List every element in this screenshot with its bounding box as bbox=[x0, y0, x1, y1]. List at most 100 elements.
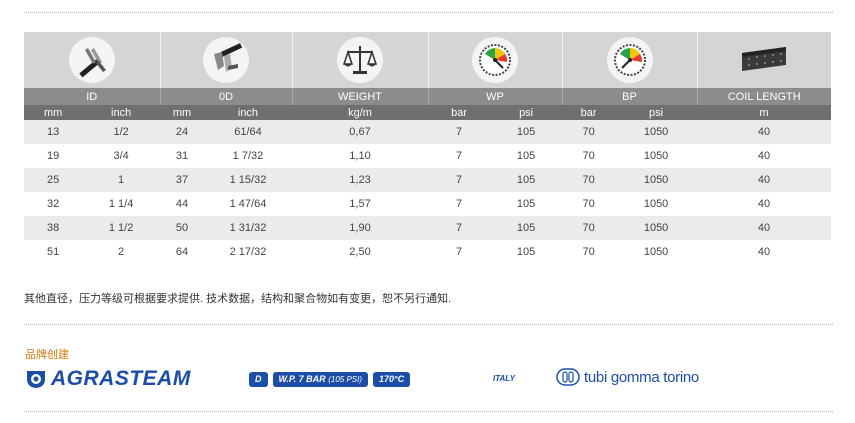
bp-icon-cell bbox=[562, 32, 698, 88]
spec-badges: D W.P. 7 BAR (105 PSI) 170°C bbox=[249, 372, 415, 387]
table-cell: 1050 bbox=[643, 246, 669, 258]
unit-cell: kg/m bbox=[292, 105, 428, 120]
table-cell: 7 bbox=[428, 120, 491, 144]
table-cell: 7 bbox=[428, 216, 491, 240]
scale-icon bbox=[337, 37, 383, 83]
table-cell: 7 bbox=[456, 246, 463, 258]
hose-coil-icon bbox=[738, 43, 790, 77]
table-cell: 44 bbox=[175, 198, 189, 210]
caliper-icon bbox=[68, 37, 115, 83]
col-header-wp: WP bbox=[428, 88, 563, 105]
table-cell: 40 bbox=[757, 246, 771, 258]
tubi-wordmark: tubi gomma torino bbox=[584, 368, 699, 386]
bottom-divider bbox=[24, 411, 833, 412]
table-cell: 40 bbox=[697, 120, 831, 144]
table-cell: 38 bbox=[24, 216, 83, 240]
table-cell: 105 bbox=[490, 216, 562, 240]
brand-section-title: 品牌创建 bbox=[25, 349, 69, 361]
table-cell: 40 bbox=[697, 168, 831, 192]
table-cell: 1 7/32 bbox=[232, 150, 264, 162]
icon-row bbox=[24, 32, 831, 88]
table-cell: 37 bbox=[160, 168, 204, 192]
table-cell: 0,67 bbox=[292, 120, 428, 144]
table-cell: 2,50 bbox=[349, 246, 371, 258]
table-row: 25 1 37 1 15/32 1,23 7 105 70 1050 40 bbox=[24, 168, 831, 192]
table-row: 51 2 64 2 17/32 2,50 7 105 70 1050 40 bbox=[24, 240, 831, 264]
table-cell: 40 bbox=[697, 216, 831, 240]
caliper-icon bbox=[203, 37, 249, 83]
table-cell: 70 bbox=[562, 216, 616, 240]
table-cell: 105 bbox=[490, 120, 562, 144]
od-icon-cell bbox=[160, 32, 293, 88]
wp-icon-cell bbox=[428, 32, 563, 88]
table-cell: 1 31/32 bbox=[203, 216, 292, 240]
col-header-bp: BP bbox=[562, 88, 698, 105]
pressure-gauge-icon bbox=[606, 37, 653, 83]
table-row: 13 1/2 24 61/64 0,67 7 105 70 1050 40 bbox=[24, 120, 831, 144]
table-cell: 31 bbox=[175, 150, 189, 162]
table-cell: 105 bbox=[516, 150, 536, 162]
middle-divider bbox=[24, 324, 833, 325]
table-cell: 7 bbox=[456, 150, 463, 162]
badge-wp-psi: (105 PSI) bbox=[328, 375, 362, 384]
weight-icon-cell bbox=[292, 32, 429, 88]
table-cell: 70 bbox=[582, 150, 595, 162]
table-cell: 1,10 bbox=[349, 150, 371, 162]
table-cell: 7 bbox=[456, 198, 463, 210]
badge-wp-main: W.P. 7 BAR bbox=[278, 374, 326, 384]
table-cell: 1,23 bbox=[292, 168, 428, 192]
table-cell: 1 1/4 bbox=[108, 198, 134, 210]
table-cell: 1050 bbox=[615, 216, 697, 240]
unit-cell: psi bbox=[490, 105, 562, 120]
top-divider bbox=[24, 12, 833, 13]
table-cell: 25 bbox=[24, 168, 83, 192]
table-body: 13 1/2 24 61/64 0,67 7 105 70 1050 40 19 3/4 31 1 7/3… bbox=[24, 120, 831, 264]
unit-row: mm inch mm inch kg/m bar psi bar psi m bbox=[24, 105, 831, 120]
unit-cell: bar bbox=[428, 105, 491, 120]
col-header-coil-length: COIL LENGTH bbox=[697, 88, 831, 105]
table-cell: 1050 bbox=[615, 120, 697, 144]
col-header-od: 0D bbox=[160, 88, 293, 105]
badge-temp: 170°C bbox=[373, 372, 411, 387]
tubi-emblem-icon bbox=[556, 368, 580, 386]
unit-cell: mm bbox=[24, 105, 83, 120]
table-cell: 1050 bbox=[643, 198, 669, 210]
table-cell: 2 17/32 bbox=[229, 246, 267, 258]
table-cell: 32 bbox=[46, 198, 60, 210]
col-header-weight: WEIGHT bbox=[292, 88, 429, 105]
table-cell: 61/64 bbox=[203, 120, 292, 144]
table-cell: 64 bbox=[175, 246, 189, 258]
agrasteam-logo: AGRASTEAM bbox=[25, 367, 191, 391]
tubi-gomma-torino-logo: tubi gomma torino bbox=[556, 368, 699, 386]
coil-icon-cell bbox=[697, 32, 831, 88]
table-cell: 40 bbox=[757, 150, 771, 162]
badge-d: D bbox=[249, 372, 268, 387]
table-cell: 105 bbox=[516, 246, 536, 258]
table-cell: 13 bbox=[24, 120, 83, 144]
agrasteam-emblem-icon bbox=[27, 371, 45, 388]
table-cell: 1,90 bbox=[292, 216, 428, 240]
unit-cell: inch bbox=[203, 105, 292, 120]
unit-cell: m bbox=[697, 105, 831, 120]
table-cell: 70 bbox=[582, 246, 595, 258]
table-cell: 1/2 bbox=[82, 120, 160, 144]
table-cell: 1050 bbox=[643, 150, 669, 162]
table-cell: 1 1/2 bbox=[82, 216, 160, 240]
table-row: 38 1 1/2 50 1 31/32 1,90 7 105 70 1050 40 bbox=[24, 216, 831, 240]
table-cell: 51 bbox=[46, 246, 60, 258]
spec-table: ID 0D WEIGHT WP BP COIL LENGTH mm inch m… bbox=[24, 32, 831, 264]
table-cell: 105 bbox=[516, 198, 536, 210]
unit-cell: mm bbox=[160, 105, 204, 120]
table-row: 19 3/4 31 1 7/32 1,10 7 105 70 1050 40 bbox=[24, 144, 831, 168]
badge-wp: W.P. 7 BAR (105 PSI) bbox=[272, 372, 368, 387]
table-row: 32 1 1/4 44 1 47/64 1,57 7 105 70 1050 40 bbox=[24, 192, 831, 216]
footnote: 其他直径，压力等级可根据要求提供. 技术数据，结构和聚合物如有变更，恕不另行通知… bbox=[24, 293, 452, 305]
table-cell: 1050 bbox=[615, 168, 697, 192]
table-cell: 50 bbox=[160, 216, 204, 240]
table-cell: 3/4 bbox=[113, 150, 129, 162]
table-cell: 19 bbox=[46, 150, 60, 162]
table-cell: 2 bbox=[118, 246, 125, 258]
col-header-id: ID bbox=[24, 88, 161, 105]
unit-cell: inch bbox=[82, 105, 160, 120]
unit-cell: psi bbox=[615, 105, 697, 120]
